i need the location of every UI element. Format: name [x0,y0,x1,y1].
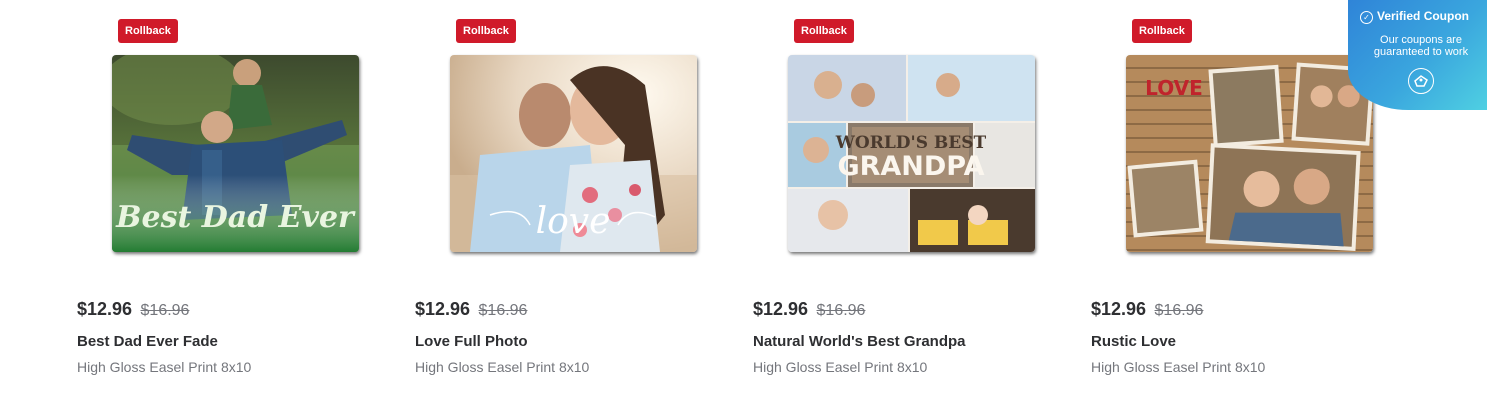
product-subtitle: High Gloss Easel Print 8x10 [1091,359,1266,375]
current-price: $12.96 [77,299,133,319]
image-caption-top: WORLD'S BEST [835,133,987,153]
was-price: $16.96 [140,302,190,319]
product-subtitle: High Gloss Easel Print 8x10 [77,359,252,375]
product-grid: Rollback Best Dad Ever $12.96 $16.96 Bes… [0,0,1487,403]
rollback-badge: Rollback [118,19,178,43]
price-row: $12.96 $16.96 [415,299,527,323]
coupon-title: Verified Coupon [1377,9,1470,23]
image-caption: Best Dad Ever [115,200,356,235]
product-card[interactable]: Rollback [77,0,377,403]
product-subtitle: High Gloss Easel Print 8x10 [753,359,928,375]
product-title[interactable]: Natural World's Best Grandpa [753,333,966,350]
price-row: $12.96 $16.96 [1091,299,1203,323]
price-row: $12.96 $16.96 [753,299,865,323]
coupon-tag-icon[interactable] [1408,68,1434,94]
coupon-body: Our coupons are guaranteed to work [1373,34,1469,58]
image-caption: love [536,201,611,242]
rollback-badge: Rollback [794,19,854,43]
coupon-header: ✓ Verified Coupon [1360,9,1469,24]
rollback-badge: Rollback [456,19,516,43]
current-price: $12.96 [753,299,809,319]
current-price: $12.96 [415,299,471,319]
product-title[interactable]: Best Dad Ever Fade [77,333,218,350]
product-card[interactable]: Rollback [415,0,715,403]
image-caption-bottom: GRANDPA [837,151,984,182]
product-image[interactable]: LOVE [1126,55,1373,252]
was-price: $16.96 [816,302,866,319]
product-image[interactable]: WORLD'S BEST GRANDPA [788,55,1035,252]
product-image[interactable]: Best Dad Ever [112,55,359,252]
product-title[interactable]: Love Full Photo [415,333,528,350]
rollback-badge: Rollback [1132,19,1192,43]
image-caption: LOVE [1145,76,1203,100]
was-price: $16.96 [1154,302,1204,319]
check-circle-icon: ✓ [1360,11,1373,24]
product-subtitle: High Gloss Easel Print 8x10 [415,359,590,375]
price-row: $12.96 $16.96 [77,299,189,323]
product-card[interactable]: Rollback LOVE $12.96 $16.96 Rustic Love … [1091,0,1391,403]
product-image[interactable]: love [450,55,697,252]
product-card[interactable]: Rollback WORLD'S BEST GRANDPA $12.96 $16… [753,0,1053,403]
verified-coupon-widget[interactable]: ✓ Verified Coupon Our coupons are guarant… [1348,0,1487,110]
product-title[interactable]: Rustic Love [1091,333,1176,350]
current-price: $12.96 [1091,299,1147,319]
was-price: $16.96 [478,302,528,319]
